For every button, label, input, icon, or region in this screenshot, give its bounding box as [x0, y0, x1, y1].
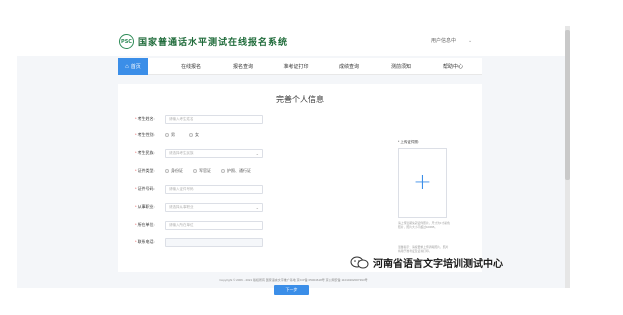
- id-type-radio-passport[interactable]: 护照、通行证: [221, 168, 251, 174]
- input-placeholder: 请输入证件号码: [169, 186, 194, 191]
- name-input[interactable]: 请输入考生姓名: [165, 114, 263, 124]
- gender-radio-female[interactable]: 女: [189, 132, 199, 138]
- field-work-unit: *所在单位: 请输入所在单位: [135, 220, 263, 230]
- radio-icon[interactable]: [221, 169, 225, 173]
- plus-icon[interactable]: +: [413, 172, 431, 194]
- chevron-down-icon: ⌄: [255, 150, 259, 156]
- nav-item-label: 准考证打印: [283, 64, 309, 70]
- contact-input[interactable]: [165, 237, 263, 247]
- field-gender: *考生性别: 男 女: [135, 130, 209, 140]
- logo-text: PSC: [121, 38, 132, 45]
- ethnicity-select[interactable]: 请选择考生民族 ⌄: [165, 148, 263, 158]
- id-number-input[interactable]: 请输入证件号码: [165, 184, 263, 194]
- input-placeholder: 请选择从事职业: [169, 204, 194, 209]
- next-button[interactable]: 下一步: [274, 285, 309, 295]
- radio-icon[interactable]: [189, 133, 193, 137]
- chevron-down-icon: ⌄: [255, 204, 259, 210]
- wechat-icon: [350, 256, 369, 269]
- wechat-watermark: 河南省语言文字培训测试中心: [350, 255, 503, 270]
- footer-text: Copyright © 2006 - 2021 版权所有 国家语言文字推广基地 …: [219, 278, 368, 282]
- field-label: *证件号码:: [135, 186, 155, 191]
- input-placeholder: 请选择考生民族: [169, 150, 194, 155]
- footer: Copyright © 2006 - 2021 版权所有 国家语言文字推广基地 …: [17, 278, 570, 282]
- nav-item-label: 帮助中心: [442, 64, 463, 70]
- photo-upload-box[interactable]: +: [398, 148, 447, 218]
- field-contact: *联系电话:: [135, 237, 263, 247]
- nav-item-label: 测前须知: [390, 64, 411, 70]
- field-name: *考生姓名: 请输入考生姓名: [135, 114, 263, 124]
- photo-note: 请上传近期免冠证件照片，尺寸为1寸彩色照片，照片大小不超过100KB。: [398, 221, 450, 229]
- radio-icon[interactable]: [165, 133, 169, 137]
- nav-item-notice[interactable]: 测前须知: [376, 58, 426, 75]
- field-id-number: *证件号码: 请输入证件号码: [135, 184, 263, 194]
- field-occupation: *从事职业: 请选择从事职业 ⌄: [135, 202, 263, 212]
- site-title: 国家普通话水平测试在线报名系统: [138, 38, 289, 48]
- nav-item-label: 首页: [130, 64, 141, 70]
- field-label: *证件类型:: [135, 168, 155, 173]
- user-menu[interactable]: 用户信息中 ⌄: [431, 37, 472, 44]
- nav-item-label: 报名查询: [232, 64, 253, 70]
- radio-icon[interactable]: [165, 169, 169, 173]
- nav-item-home[interactable]: ⌂ 首页: [118, 58, 148, 75]
- field-ethnicity: *考生民族: 请选择考生民族 ⌄: [135, 148, 263, 158]
- form-title: 完善个人信息: [276, 95, 324, 104]
- scrollbar-thumb[interactable]: [565, 30, 570, 180]
- nav-item-score[interactable]: 成绩查询: [324, 58, 374, 75]
- field-label: *考生民族:: [135, 150, 155, 155]
- occupation-select[interactable]: 请选择从事职业 ⌄: [165, 202, 263, 212]
- home-icon: ⌂: [125, 63, 129, 70]
- radio-icon[interactable]: [193, 169, 197, 173]
- field-id-type: *证件类型: 身份证 军官证 护照、通行证: [135, 166, 261, 176]
- photo-upload-label: * 上传证件照:: [398, 140, 419, 144]
- input-placeholder: 请输入所在单位: [169, 222, 194, 227]
- input-placeholder: 请输入考生姓名: [169, 116, 194, 121]
- field-label: *考生性别:: [135, 132, 155, 137]
- browser-page: PSC 国家普通话水平测试在线报名系统 用户信息中 ⌄ ⌂ 首页 在线报名 报名查询…: [17, 26, 570, 295]
- user-menu-label[interactable]: 用户信息中: [431, 38, 456, 44]
- watermark-text: 河南省语言文字培训测试中心: [373, 259, 503, 270]
- profile-form-card: 完善个人信息 *考生姓名: 请输入考生姓名 *考生性别: 男 女 *考生民族: …: [118, 84, 482, 295]
- photo-tip: 温馨提示：请按要求上传清晰照片，照片将用于准考证及证书打印。: [398, 245, 449, 253]
- scrollbar[interactable]: [565, 26, 570, 288]
- psc-logo: PSC: [119, 34, 134, 49]
- work-unit-input[interactable]: 请输入所在单位: [165, 220, 263, 230]
- nav-item-query[interactable]: 报名查询: [218, 58, 268, 75]
- main-nav: ⌂ 首页 在线报名 报名查询 准考证打印 成绩查询 测前须知 帮助中心: [118, 58, 482, 75]
- id-type-radio-idcard[interactable]: 身份证: [165, 168, 183, 174]
- gender-radio-male[interactable]: 男: [165, 132, 175, 138]
- nav-item-label: 成绩查询: [338, 64, 359, 70]
- nav-item-register[interactable]: 在线报名: [166, 58, 216, 75]
- chevron-down-icon[interactable]: ⌄: [468, 38, 472, 44]
- nav-item-label: 在线报名: [180, 64, 201, 70]
- field-label: *联系电话:: [135, 239, 155, 244]
- field-label: *考生姓名:: [135, 116, 155, 121]
- nav-item-admission-print[interactable]: 准考证打印: [271, 58, 321, 75]
- site-header: PSC 国家普通话水平测试在线报名系统 用户信息中 ⌄: [17, 26, 565, 56]
- field-label: *从事职业:: [135, 204, 155, 209]
- field-label: *所在单位:: [135, 222, 155, 227]
- id-type-radio-officer[interactable]: 军官证: [193, 168, 211, 174]
- nav-item-help[interactable]: 帮助中心: [428, 58, 478, 75]
